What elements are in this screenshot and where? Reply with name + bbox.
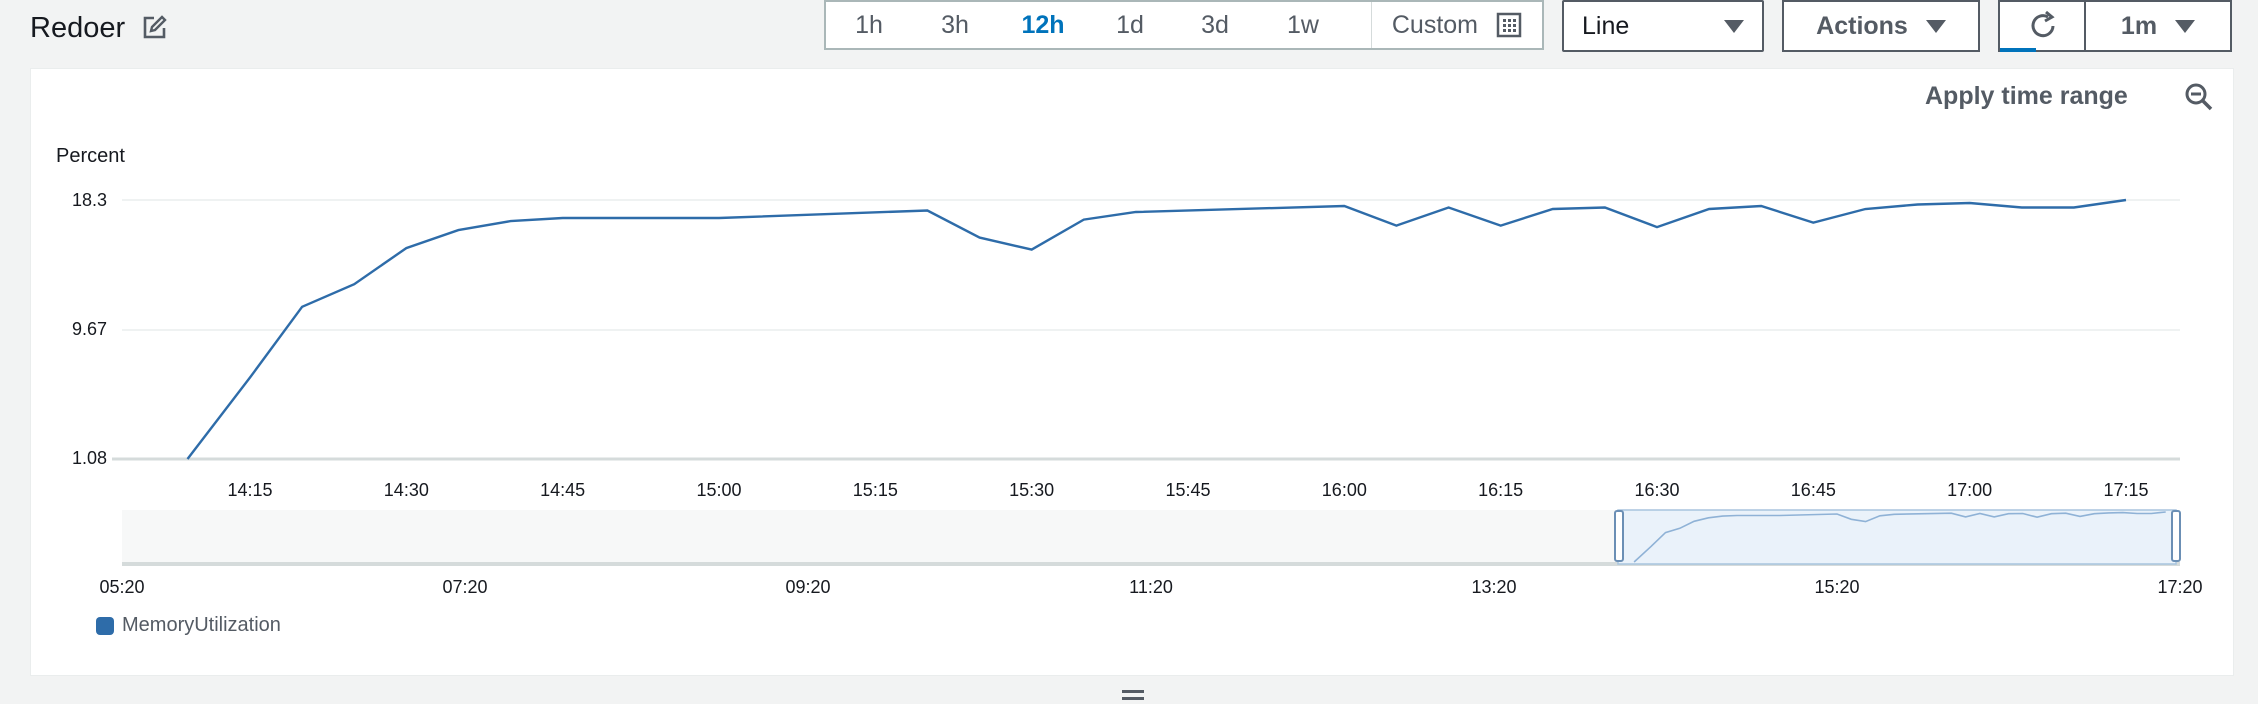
x-tick-label: 15:30 xyxy=(1009,480,1054,500)
x-tick-label: 16:00 xyxy=(1322,480,1367,500)
brush-handle-left[interactable] xyxy=(1614,510,1624,562)
overview-tick-label: 07:20 xyxy=(442,577,487,597)
x-tick-label: 17:00 xyxy=(1947,480,1992,500)
x-tick-label: 14:45 xyxy=(540,480,585,500)
overview-tick-label: 15:20 xyxy=(1814,577,1859,597)
overview-tick-label: 11:20 xyxy=(1129,577,1173,597)
overview-tick-label: 05:20 xyxy=(99,577,144,597)
x-tick-label: 17:15 xyxy=(2103,480,2148,500)
legend[interactable]: MemoryUtilization xyxy=(96,614,281,637)
overview-tick-label: 09:20 xyxy=(785,577,830,597)
overview-tick-label: 17:20 xyxy=(2157,577,2202,597)
line-chart: 14:15 14:30 14:45 15:00 15:15 15:30 15:45 16:00… xyxy=(99,198,2203,597)
overview-tick-label: 13:20 xyxy=(1471,577,1516,597)
x-tick-label: 15:45 xyxy=(1165,480,1210,500)
x-tick-label: 15:15 xyxy=(853,480,898,500)
x-tick-label: 14:15 xyxy=(227,480,272,500)
x-tick-label: 16:30 xyxy=(1634,480,1679,500)
brush-handle-right[interactable] xyxy=(2171,510,2181,562)
legend-label: MemoryUtilization xyxy=(122,614,281,636)
x-tick-label: 16:45 xyxy=(1791,480,1836,500)
x-tick-label: 14:30 xyxy=(384,480,429,500)
legend-swatch xyxy=(96,616,114,635)
x-tick-label: 15:00 xyxy=(696,480,741,500)
x-tick-label: 16:15 xyxy=(1478,480,1523,500)
